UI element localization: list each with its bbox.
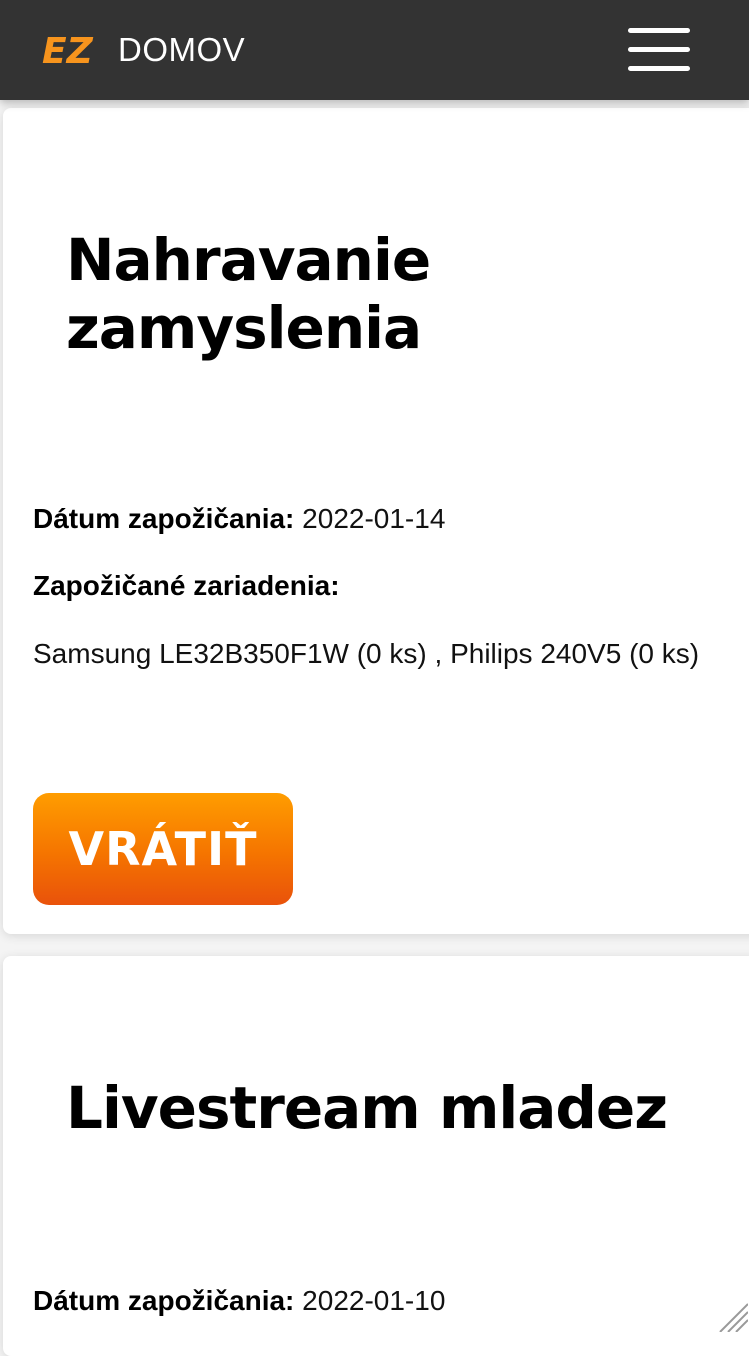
rental-title: Nahravanie zamyslenia bbox=[66, 226, 431, 362]
top-navbar: EZ DOMOV bbox=[0, 0, 749, 100]
rental-date: Dátum zapožičania: 2022-01-14 bbox=[33, 502, 445, 536]
ez-logo-icon[interactable]: EZ bbox=[42, 27, 104, 73]
rented-devices-label: Zapožičané zariadenia: bbox=[33, 570, 340, 601]
rental-date: Dátum zapožičania: 2022-01-10 bbox=[33, 1284, 445, 1318]
home-link[interactable]: DOMOV bbox=[118, 30, 245, 70]
rental-date-value: 2022-01-10 bbox=[302, 1285, 446, 1316]
return-button[interactable]: VRÁTIŤ bbox=[33, 793, 293, 905]
resize-grip-icon[interactable] bbox=[716, 1300, 748, 1332]
svg-text:EZ: EZ bbox=[42, 31, 94, 72]
hamburger-line-bottom bbox=[628, 66, 690, 71]
rental-date-value: 2022-01-14 bbox=[302, 503, 446, 534]
rental-card: Nahravanie zamyslenia Dátum zapožičania:… bbox=[3, 108, 749, 934]
rental-title: Livestream mladez bbox=[66, 1074, 668, 1142]
rental-card: Livestream mladez Dátum zapožičania: 202… bbox=[3, 956, 749, 1356]
hamburger-line-middle bbox=[628, 47, 690, 52]
hamburger-line-top bbox=[628, 28, 690, 33]
rented-devices-list: Samsung LE32B350F1W (0 ks) , Philips 240… bbox=[33, 638, 700, 669]
rental-date-label: Dátum zapožičania: bbox=[33, 1285, 295, 1316]
rental-date-label: Dátum zapožičania: bbox=[33, 503, 295, 534]
hamburger-menu-icon[interactable] bbox=[628, 28, 690, 72]
